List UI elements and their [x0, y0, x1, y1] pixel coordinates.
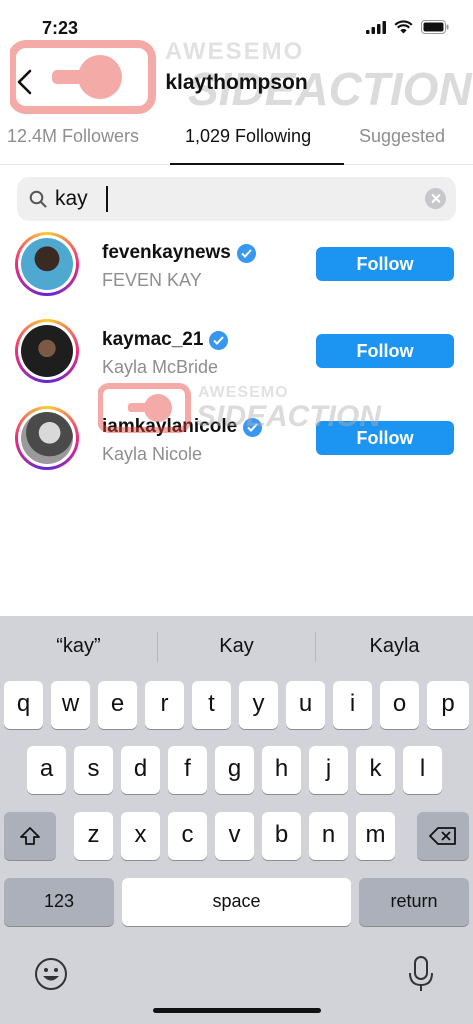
- key-r[interactable]: r: [145, 681, 184, 729]
- shift-arrow-icon: [20, 827, 40, 845]
- follow-tabs: 12.4M Followers 1,029 Following Suggeste…: [0, 118, 473, 165]
- key-i[interactable]: i: [333, 681, 372, 729]
- follow-button[interactable]: Follow: [316, 247, 454, 281]
- page-title: klaythompson: [165, 71, 308, 94]
- key-j[interactable]: j: [309, 746, 348, 794]
- key-o[interactable]: o: [380, 681, 419, 729]
- tab-following[interactable]: 1,029 Following: [185, 126, 311, 147]
- search-icon: [29, 190, 47, 208]
- key-w[interactable]: w: [51, 681, 90, 729]
- username[interactable]: kaymac_21: [102, 329, 229, 351]
- key-l[interactable]: l: [403, 746, 442, 794]
- key-m[interactable]: m: [356, 812, 395, 860]
- full-name: FEVEN KAY: [102, 270, 202, 290]
- watermark-text-middle-2: SIDEACTION: [196, 400, 382, 433]
- emoji-icon[interactable]: [34, 957, 68, 991]
- key-a[interactable]: a: [27, 746, 66, 794]
- backspace-icon: [429, 827, 456, 845]
- key-v[interactable]: v: [215, 812, 254, 860]
- search-bar[interactable]: [17, 177, 456, 221]
- avatar[interactable]: [15, 319, 79, 383]
- key-y[interactable]: y: [239, 681, 278, 729]
- key-k[interactable]: k: [356, 746, 395, 794]
- numbers-key[interactable]: 123: [4, 878, 114, 926]
- avatar[interactable]: [15, 406, 79, 470]
- key-g[interactable]: g: [215, 746, 254, 794]
- key-c[interactable]: c: [168, 812, 207, 860]
- key-h[interactable]: h: [262, 746, 301, 794]
- microphone-icon[interactable]: [408, 955, 434, 993]
- username-text: fevenkaynews: [102, 242, 231, 263]
- follow-button[interactable]: Follow: [316, 334, 454, 368]
- tab-suggested[interactable]: Suggested: [359, 126, 445, 147]
- avatar[interactable]: [15, 232, 79, 296]
- key-q[interactable]: q: [4, 681, 43, 729]
- username-text: kaymac_21: [102, 329, 204, 350]
- suggestion-1[interactable]: “kay”: [0, 635, 157, 658]
- keyboard: “kay” Kay Kayla q w e r t y u i o p a s …: [0, 616, 473, 1024]
- text-caret: [106, 186, 108, 212]
- key-z[interactable]: z: [74, 812, 113, 860]
- clear-search-icon[interactable]: [425, 188, 446, 209]
- key-t[interactable]: t: [192, 681, 231, 729]
- list-item[interactable]: fevenkaynews FEVEN KAY Follow: [0, 228, 473, 312]
- space-key[interactable]: space: [122, 878, 351, 926]
- shift-key[interactable]: [4, 812, 56, 860]
- predictive-bar: “kay” Kay Kayla: [0, 616, 473, 678]
- backspace-key[interactable]: [417, 812, 469, 860]
- key-u[interactable]: u: [286, 681, 325, 729]
- verified-badge-icon: [236, 243, 256, 263]
- key-x[interactable]: x: [121, 812, 160, 860]
- key-n[interactable]: n: [309, 812, 348, 860]
- key-s[interactable]: s: [74, 746, 113, 794]
- key-b[interactable]: b: [262, 812, 301, 860]
- active-tab-indicator: [170, 163, 344, 165]
- verified-badge-icon: [209, 330, 229, 350]
- username[interactable]: fevenkaynews: [102, 242, 256, 264]
- suggestion-2[interactable]: Kay: [158, 635, 315, 658]
- tab-followers[interactable]: 12.4M Followers: [7, 126, 139, 147]
- home-indicator[interactable]: [153, 1008, 321, 1013]
- full-name: Kayla Nicole: [102, 444, 203, 464]
- key-p[interactable]: p: [427, 681, 469, 729]
- return-key[interactable]: return: [359, 878, 469, 926]
- full-name: Kayla McBride: [102, 357, 219, 377]
- suggestion-3[interactable]: Kayla: [316, 635, 473, 658]
- key-f[interactable]: f: [168, 746, 207, 794]
- key-e[interactable]: e: [98, 681, 137, 729]
- watermark-logo-middle: [98, 383, 191, 433]
- key-d[interactable]: d: [121, 746, 160, 794]
